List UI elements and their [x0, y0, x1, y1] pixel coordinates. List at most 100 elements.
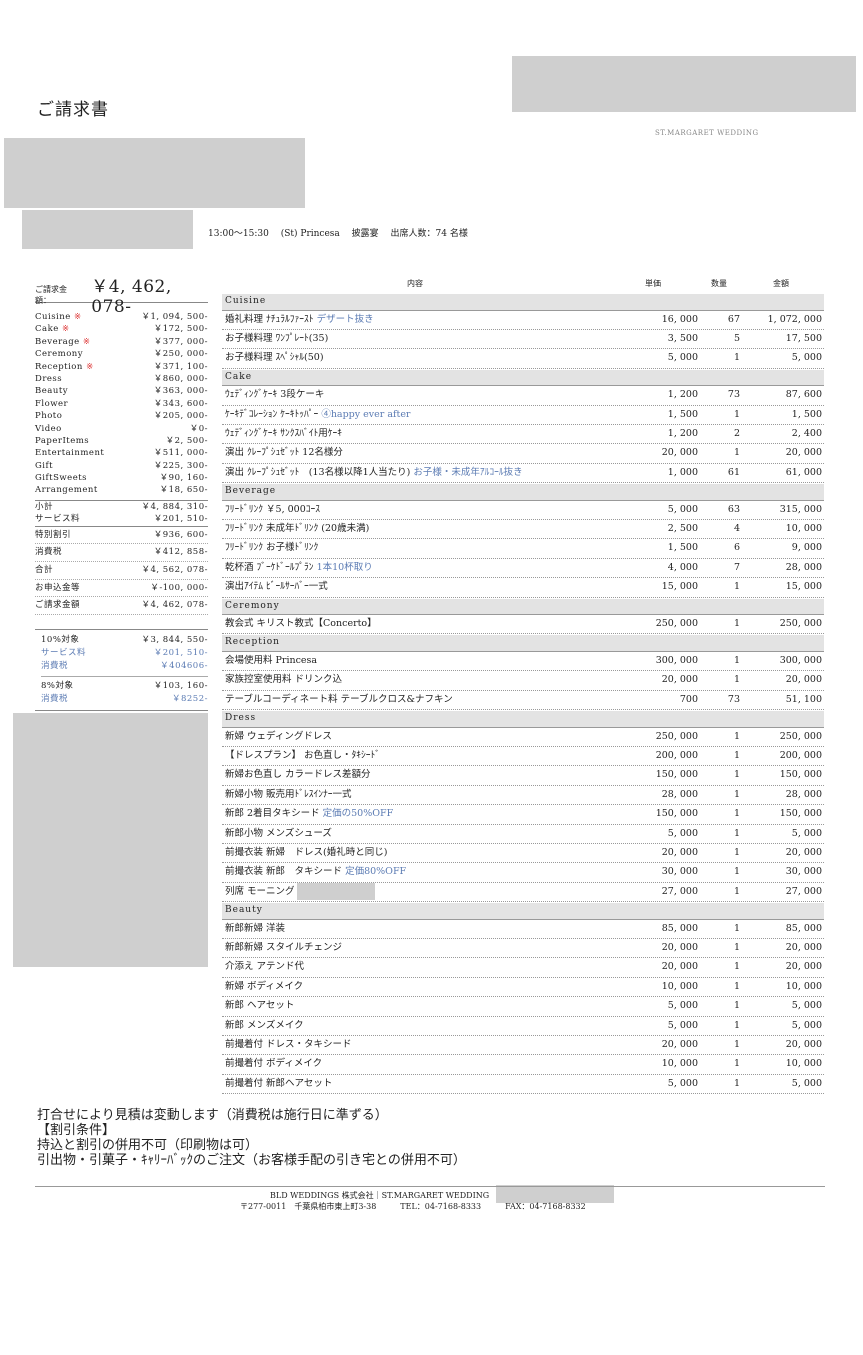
tax8-line: 8%対象 ￥103, 160- — [41, 680, 208, 693]
tax10-tax-label: 消費税 — [41, 661, 69, 672]
item-qty: 67 — [727, 313, 740, 325]
header-qty: 数量 — [711, 279, 727, 288]
table-row: ﾌﾘｰﾄﾞﾘﾝｸ お子様ﾄﾞﾘﾝｸ 1, 500 6 9, 000 — [222, 539, 824, 559]
item-name-cell: 新郎小物 メンズシューズ — [222, 825, 608, 843]
item-qty: 1 — [733, 846, 740, 858]
item-name: 会場使用料 Princesa — [225, 654, 318, 666]
table-row: 介添え アテンド代 20, 000 1 20, 000 — [222, 958, 824, 978]
item-name-cell: お子様料理 ﾜﾝﾌﾟﾚｰﾄ(35) — [222, 330, 608, 348]
footnote-line: 引出物・引菓子・ｷｬﾘｰﾊﾞｯｸのご注文（お客様手配の引き宅との併用不可） — [37, 1153, 466, 1168]
tax10-service-amount: ￥201, 510- — [153, 648, 208, 659]
table-row: 新郎 2着目タキシード 定価の50%OFF 150, 000 1 150, 000 — [222, 805, 824, 825]
item-amount: 150, 000 — [779, 769, 822, 781]
item-amount: 200, 000 — [779, 750, 822, 762]
item-qty: 73 — [727, 693, 740, 705]
item-amount: 30, 000 — [785, 866, 822, 878]
total-amount: ￥4, 562, 078- — [141, 565, 208, 576]
category-line: Gift ￥225, 300- — [35, 460, 208, 472]
total-label: お申込金等 — [35, 582, 81, 593]
table-row: 列席 モーニング 27, 000 1 27, 000 — [222, 882, 824, 903]
item-name-cell: 前撮着付 ボディメイク — [222, 1055, 608, 1073]
category-label: Flower — [35, 398, 68, 410]
table-row: 新婦 ウェディングドレス 250, 000 1 250, 000 — [222, 728, 824, 748]
item-price: 1, 500 — [667, 408, 698, 420]
item-qty: 1 — [733, 961, 740, 973]
item-name: 新婦お色直し カラードレス差額分 — [225, 769, 371, 781]
category-label: Beauty — [35, 385, 68, 397]
tax8-amount: ￥103, 160- — [153, 681, 208, 692]
category-name: GiftSweets — [35, 473, 88, 484]
item-qty: 2 — [733, 427, 740, 439]
category-line: Photo ￥205, 000- — [35, 410, 208, 422]
item-name: 新郎小物 メンズシューズ — [225, 827, 332, 839]
section-header: Cake — [222, 369, 824, 387]
item-amount: 315, 000 — [779, 503, 822, 515]
totals-block: 特別割引 ￥936, 600- 消費税 ￥412, 858- 合計 ￥4, 562, 07… — [35, 525, 208, 616]
item-note: 1本10杯取り — [316, 561, 373, 573]
item-price: 150, 000 — [655, 769, 698, 781]
table-row: 新婦小物 販売用ﾄﾞﾚｽｲﾝﾅｰ一式 28, 000 1 28, 000 — [222, 786, 824, 806]
footnote-line: 持込と割引の併用不可（印刷物は可） — [37, 1138, 259, 1153]
item-qty: 1 — [733, 1058, 740, 1070]
item-name-cell: 教会式 キリスト教式【Concerto】 — [222, 615, 608, 633]
item-name: 新郎新婦 洋装 — [225, 922, 286, 934]
page-title: ご請求書 — [37, 100, 109, 120]
section-header: Cuisine — [222, 294, 824, 311]
item-name: 演出ｱｲﾃﾑ ﾋﾞｰﾙｻｰﾊﾞｰ一式 — [225, 581, 328, 593]
item-amount: 28, 000 — [785, 788, 822, 800]
table-row: ﾌﾘｰﾄﾞﾘﾝｸ 未成年ﾄﾞﾘﾝｸ (20歳未満) 2, 500 4 10, 000 — [222, 520, 824, 540]
item-name: 前撮着付 ドレス・タキシード — [225, 1039, 352, 1050]
item-amount: 250, 000 — [779, 618, 822, 630]
total-label: 消費税 — [35, 547, 63, 558]
item-name: ｹｰｷﾃﾞｺﾚｰｼｮﾝ ｹｰｷﾄｯﾊﾟｰ — [225, 408, 319, 420]
footnotes: 打合せにより見積は変動します（消費税は施行日に準ずる） 【割引条件】 持込と割引… — [37, 1108, 466, 1168]
item-price: 20, 000 — [661, 1039, 698, 1050]
invoice-summary: ご請求金額： ￥4, 462, 078- Cuisine ※ ￥1, 094, 5… — [35, 272, 208, 712]
item-name: 列席 モーニング — [225, 885, 295, 897]
item-qty: 1 — [733, 352, 740, 364]
item-qty: 61 — [727, 466, 740, 478]
item-price: 1, 200 — [667, 389, 698, 401]
item-price: 1, 500 — [667, 542, 698, 554]
item-note: 定価の50%OFF — [322, 808, 394, 820]
item-qty: 73 — [727, 389, 740, 401]
category-line: Ceremony ￥250, 000- — [35, 348, 208, 360]
item-name: 新郎新婦 スタイルチェンジ — [225, 942, 343, 954]
category-amount: ￥90, 160- — [159, 473, 208, 484]
item-name: 婚礼料理 ﾅﾁｭﾗﾙﾌｧｰｽﾄ — [225, 313, 314, 325]
total-label: 合計 — [35, 565, 54, 576]
category-mark: ※ — [61, 324, 70, 335]
category-label: Gift — [35, 460, 53, 472]
item-qty: 63 — [727, 503, 740, 515]
tax8-tax-label: 消費税 — [41, 694, 69, 705]
item-name: 新婦小物 販売用ﾄﾞﾚｽｲﾝﾅｰ一式 — [225, 788, 352, 800]
item-name-cell: 家族控室使用料 ドリンク込 — [222, 671, 608, 689]
category-name: Flower — [35, 398, 69, 409]
item-name: 【ドレスプラン】 お色直し・ﾀｷｼｰﾄﾞ — [225, 750, 381, 762]
item-name-cell: 新郎新婦 洋装 — [222, 920, 608, 938]
item-amount: 20, 000 — [785, 674, 822, 686]
category-amount: ￥172, 500- — [153, 324, 208, 335]
subtotal-line: 小計 ￥4, 884, 310- — [35, 501, 208, 513]
item-name: お子様料理 ｽﾍﾟｼｬﾙ(50) — [225, 352, 324, 364]
item-amount: 1, 500 — [791, 408, 822, 420]
item-name-cell: 新郎 2着目タキシード 定価の50%OFF — [222, 805, 608, 823]
item-amount: 9, 000 — [791, 542, 822, 554]
item-amount: 20, 000 — [785, 942, 822, 954]
tax10-service-label: サービス料 — [41, 648, 87, 659]
category-mark: ※ — [74, 312, 82, 322]
item-name: ﾌﾘｰﾄﾞﾘﾝｸ お子様ﾄﾞﾘﾝｸ — [225, 542, 319, 554]
item-price: 5, 000 — [667, 1000, 698, 1012]
table-row: 会場使用料 Princesa 300, 000 1 300, 000 — [222, 652, 824, 672]
category-line: Arrangement ￥18, 650- — [35, 484, 208, 496]
item-name-cell: 婚礼料理 ﾅﾁｭﾗﾙﾌｧｰｽﾄ デザート抜き — [222, 311, 608, 329]
category-label: PaperItems — [35, 435, 89, 447]
item-amount: 10, 000 — [785, 980, 822, 992]
table-row: お子様料理 ｽﾍﾟｼｬﾙ(50) 5, 000 1 5, 000 — [222, 349, 824, 369]
category-name: Entertainment — [35, 448, 105, 459]
section-header: Beauty — [222, 903, 824, 920]
subtotal-amount: ￥4, 884, 310- — [141, 501, 208, 512]
category-line: Flower ￥343, 600- — [35, 398, 208, 410]
item-name-cell: 演出 ｸﾚｰﾌﾟｼｭｾﾞｯﾄ (13名様以降1人当たり) お子様・未成年ｱﾙｺｰ… — [222, 464, 608, 482]
item-name-cell: ｹｰｷﾃﾞｺﾚｰｼｮﾝ ｹｰｷﾄｯﾊﾟｰ ④happy ever after — [222, 406, 608, 424]
